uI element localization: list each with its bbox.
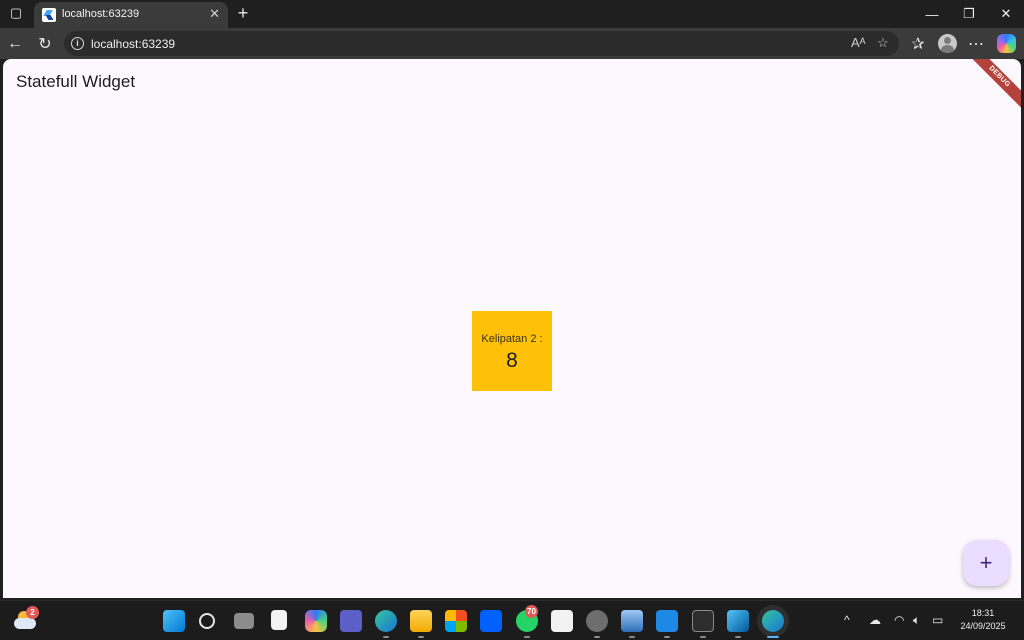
read-aloud-icon[interactable]: Aᴬ (851, 35, 866, 50)
browser-tab[interactable]: localhost:63239 ✕ (34, 2, 228, 28)
clock[interactable]: 18:31 24/09/2025 (955, 607, 1011, 633)
counter-box: Kelipatan 2 : 8 (472, 311, 552, 391)
counter-label: Kelipatan 2 : (481, 333, 543, 345)
debug-banner: DEBUG (962, 59, 1021, 114)
wifi-icon[interactable]: ◠ (894, 613, 904, 627)
file-icon[interactable] (271, 610, 287, 630)
clock-date: 24/09/2025 (960, 621, 1006, 631)
refresh-button[interactable]: ↻ (33, 32, 57, 56)
browser-toolbar: ← ↻ i localhost:63239 Aᴬ ☆ ✰ ⋯ (0, 28, 1024, 59)
site-info-icon[interactable]: i (71, 37, 84, 50)
back-button[interactable]: ← (3, 32, 27, 56)
favorite-star-icon[interactable]: ☆ (877, 35, 889, 51)
minimize-button[interactable]: — (914, 0, 950, 28)
teams-icon[interactable] (340, 610, 362, 632)
whatsapp-icon[interactable]: 70 (516, 605, 538, 632)
plus-icon: + (979, 550, 993, 575)
whatsapp-badge: 70 (525, 605, 538, 618)
new-tab-button[interactable]: + (232, 2, 254, 24)
edge-active-icon[interactable] (762, 610, 784, 632)
microsoft-store-icon[interactable] (445, 610, 467, 632)
profile-avatar[interactable] (938, 34, 957, 53)
copilot-app-icon[interactable] (305, 610, 327, 632)
task-view-icon[interactable] (234, 613, 254, 629)
clock-time: 18:31 (971, 608, 995, 618)
edge-icon[interactable] (375, 610, 397, 632)
app-viewport: Statefull Widget DEBUG Kelipatan 2 : 8 + (3, 59, 1021, 598)
settings-gear-icon[interactable] (586, 610, 608, 632)
url-text: localhost:63239 (91, 37, 176, 51)
more-menu-icon[interactable]: ⋯ (964, 32, 988, 56)
battery-icon[interactable]: ▭ (932, 613, 943, 627)
tab-title: localhost:63239 (62, 8, 140, 20)
onedrive-cloud-icon[interactable]: ☁ (869, 613, 881, 627)
counter-value: 8 (506, 349, 518, 372)
app-bar-title: Statefull Widget (16, 72, 136, 91)
amazon-icon[interactable] (551, 610, 573, 632)
copilot-icon[interactable] (997, 34, 1016, 53)
vscode-icon[interactable] (656, 610, 678, 632)
terminal-icon[interactable] (692, 610, 714, 632)
restore-button[interactable]: ❐ (951, 0, 987, 28)
flutter-icon[interactable] (727, 610, 749, 632)
show-hidden-icons-icon[interactable]: ^ (844, 613, 850, 627)
increment-fab-button[interactable]: + (963, 540, 1009, 586)
volume-icon[interactable]: 🔈︎ (913, 613, 920, 628)
address-bar[interactable]: i localhost:63239 Aᴬ ☆ (64, 31, 899, 56)
tab-actions-icon[interactable]: ▢ (4, 2, 28, 24)
remote-desktop-icon[interactable] (621, 610, 643, 632)
favorites-icon[interactable]: ✰ (906, 32, 930, 56)
browser-tab-strip: ▢ localhost:63239 ✕ + — ❐ ✕ (0, 0, 1024, 28)
weather-widget-icon[interactable]: 2 (14, 606, 39, 630)
file-explorer-icon[interactable] (410, 610, 432, 632)
search-icon[interactable] (199, 613, 215, 629)
weather-badge: 2 (26, 606, 39, 619)
flutter-favicon-icon (42, 8, 56, 22)
dropbox-icon[interactable] (480, 610, 502, 632)
windows-taskbar: 2 70 ^ ☁ ◠ 🔈︎ ▭ 18:31 24/09/2025 (0, 600, 1024, 640)
close-window-button[interactable]: ✕ (988, 0, 1024, 28)
start-icon[interactable] (163, 610, 185, 632)
tab-close-icon[interactable]: ✕ (209, 6, 220, 22)
